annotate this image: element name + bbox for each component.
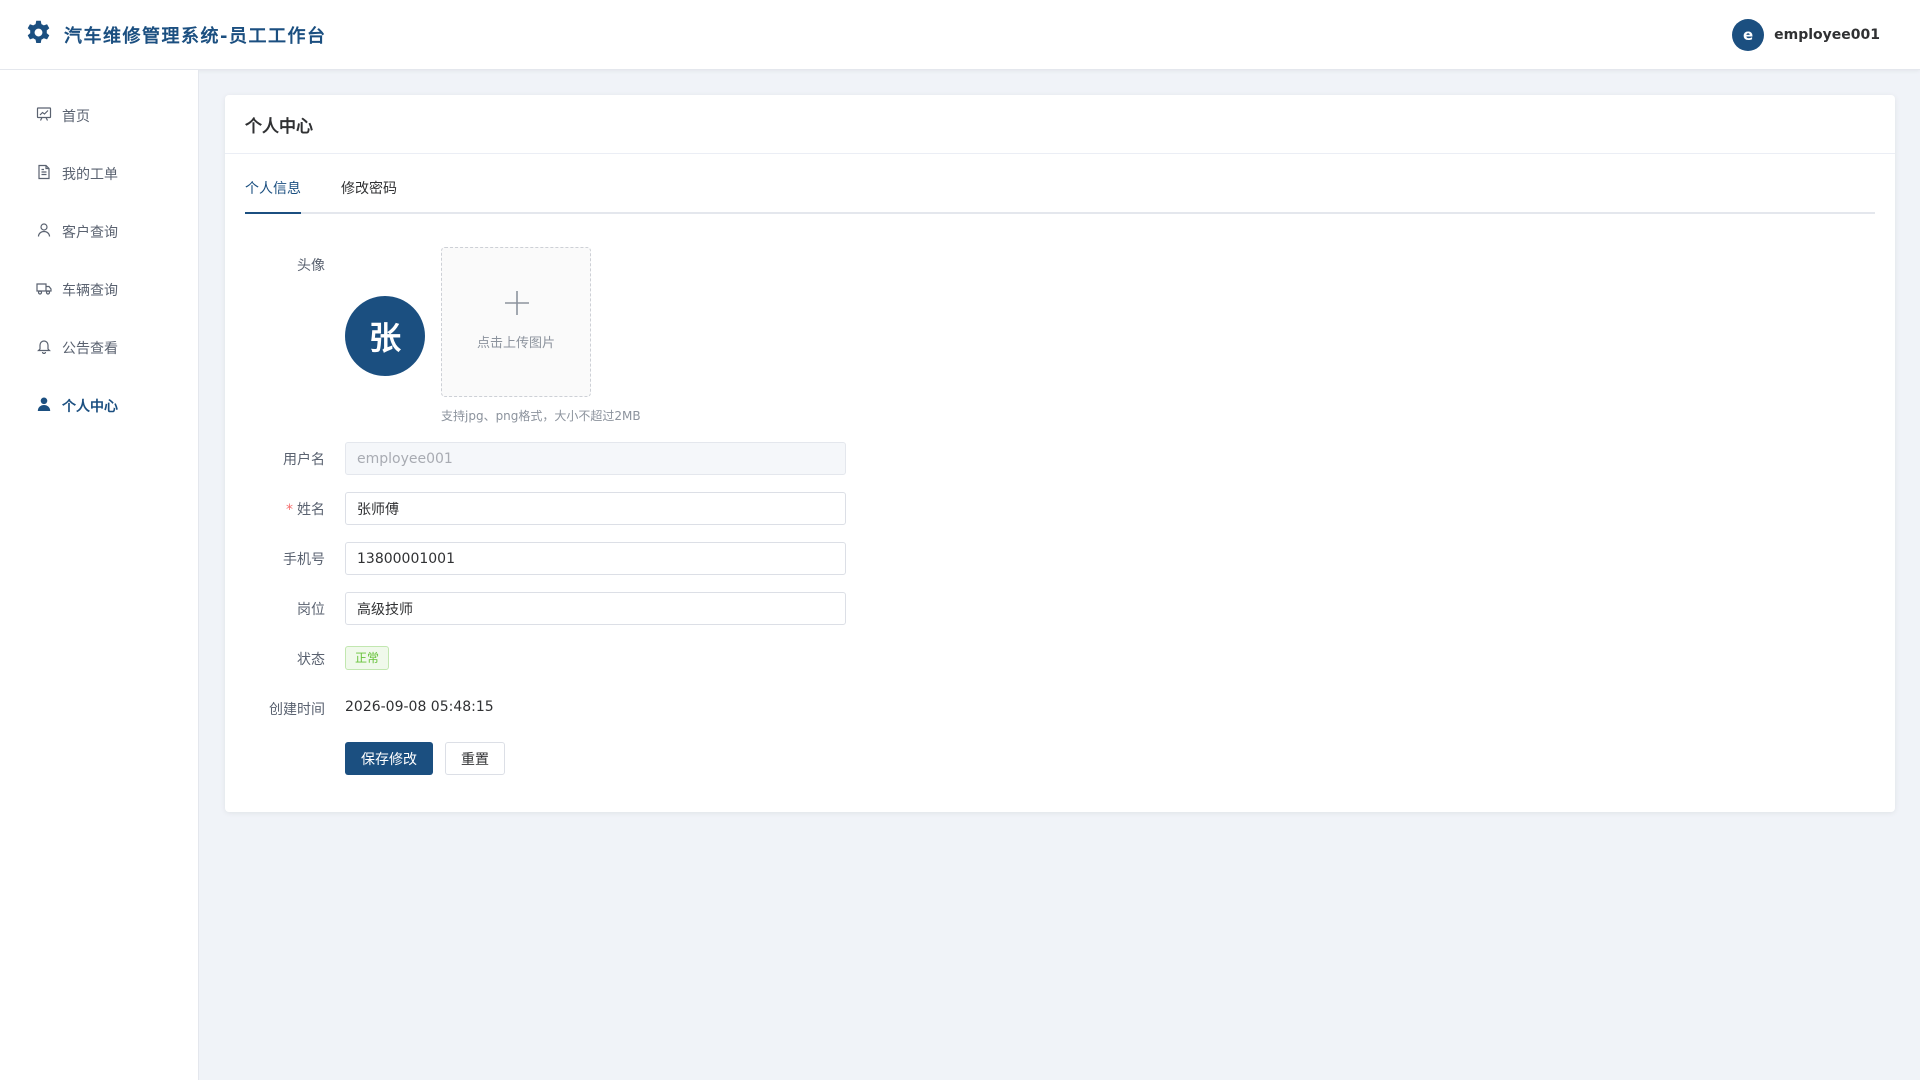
user-menu[interactable]: e employee001 [1732,19,1880,51]
name-label-text: 姓名 [297,502,325,518]
profile-card: 个人中心 个人信息 修改密码 头像 张 点击上传图片 支持jpg、png格式，大… [225,95,1895,812]
username-label: 用户名 [283,452,325,468]
required-mark: * [286,502,293,518]
bell-icon [36,338,52,358]
gear-icon [25,19,52,50]
username-input [345,442,846,475]
tab-bar: 个人信息 修改密码 [245,175,1875,214]
sidebar-item-profile[interactable]: 个人中心 [0,377,199,435]
reset-button[interactable]: 重置 [445,742,505,775]
top-header: 汽车维修管理系统-员工工作台 e employee001 [0,0,1920,70]
app-logo[interactable]: 汽车维修管理系统-员工工作台 [25,19,326,50]
user-filled-icon [36,396,52,416]
sidebar-item-label: 公告查看 [62,341,118,357]
plus-icon [504,290,530,316]
sidebar-item-notices[interactable]: 公告查看 [0,319,199,377]
truck-icon [36,280,52,300]
document-icon [36,164,52,184]
tab-change-password[interactable]: 修改密码 [341,175,397,214]
sidebar-item-my-orders[interactable]: 我的工单 [0,145,199,203]
name-label: * 姓名 [225,499,325,519]
upload-text: 点击上传图片 [476,336,555,351]
sidebar-item-label: 客户查询 [62,225,118,241]
tab-personal-info[interactable]: 个人信息 [245,175,301,214]
avatar-upload-button[interactable]: 点击上传图片 [441,247,591,397]
phone-input[interactable] [345,542,846,575]
status-label: 状态 [297,652,325,668]
sidebar-item-vehicles[interactable]: 车辆查询 [0,261,199,319]
sidebar-item-label: 首页 [62,109,90,125]
sidebar-item-customers[interactable]: 客户查询 [0,203,199,261]
created-time-value: 2026-09-08 05:48:15 [345,699,494,715]
upload-hint: 支持jpg、png格式，大小不超过2MB [441,409,641,423]
dashboard-chart-icon [36,106,52,126]
app-title: 汽车维修管理系统-员工工作台 [64,25,327,47]
position-label: 岗位 [297,602,325,618]
card-header: 个人中心 [225,95,1895,154]
created-time-label: 创建时间 [269,702,325,718]
user-avatar[interactable]: e [1732,19,1765,51]
sidebar-item-label: 我的工单 [62,167,118,183]
avatar: 张 [345,296,425,376]
sidebar-item-label: 车辆查询 [62,283,118,299]
phone-label: 手机号 [283,552,325,568]
sidebar-item-label: 个人中心 [62,399,118,415]
position-input[interactable] [345,592,846,625]
save-button[interactable]: 保存修改 [345,742,433,775]
name-input[interactable] [345,492,846,525]
user-outline-icon [36,222,52,242]
sidebar-item-home[interactable]: 首页 [0,87,199,145]
active-tab-indicator [245,212,301,214]
status-badge: 正常 [345,646,390,670]
sidebar: 首页 我的工单 客户查询 车辆查询 公告查看 个人中心 [0,70,199,1080]
page-title: 个人中心 [245,116,313,137]
user-name[interactable]: employee001 [1774,27,1880,43]
avatar-label: 头像 [297,258,325,274]
